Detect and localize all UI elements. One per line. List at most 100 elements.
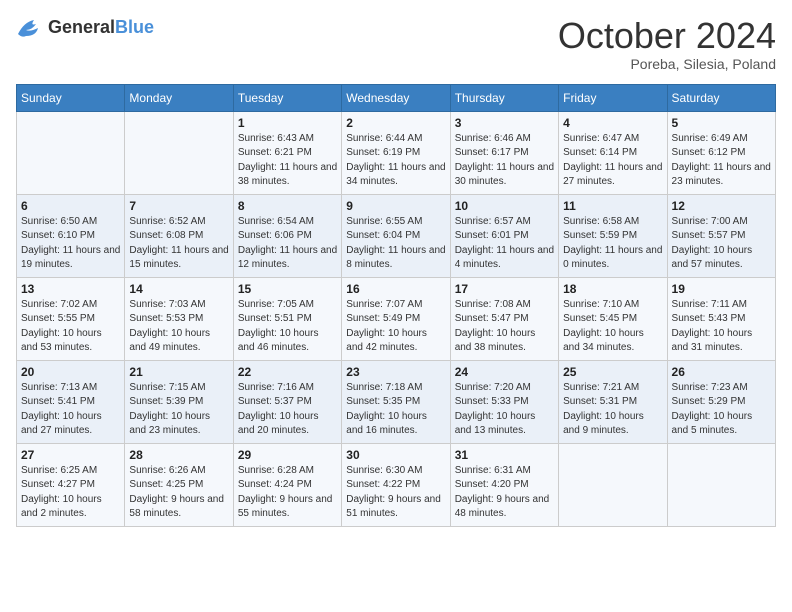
calendar-cell: 16Sunrise: 7:07 AM Sunset: 5:49 PM Dayli…: [342, 277, 450, 360]
calendar-cell: 5Sunrise: 6:49 AM Sunset: 6:12 PM Daylig…: [667, 111, 775, 194]
page-header: GeneralBlue October 2024 Poreba, Silesia…: [16, 16, 776, 72]
day-number: 25: [563, 365, 662, 379]
calendar-week-row: 1 Sunrise: 6:43 AM Sunset: 6:21 PM Daylig…: [17, 111, 776, 194]
day-of-week-header: Friday: [559, 84, 667, 111]
day-info: Sunrise: 6:30 AM Sunset: 4:22 PM Dayligh…: [346, 464, 445, 522]
calendar-cell: 6 Sunrise: 6:50 AM Sunset: 6:10 PM Daylig…: [17, 194, 125, 277]
day-info: Sunrise: 6:54 AM Sunset: 6:06 PM Dayligh…: [238, 215, 337, 273]
calendar-cell: 11 Sunrise: 6:58 AM Sunset: 5:59 PM Dayli…: [559, 194, 667, 277]
day-info: Sunrise: 7:20 AM Sunset: 5:33 PM Dayligh…: [455, 381, 554, 439]
day-number: 15: [238, 282, 337, 296]
day-number: 3: [455, 116, 554, 130]
calendar-cell: 29Sunrise: 6:28 AM Sunset: 4:24 PM Dayli…: [233, 443, 341, 526]
calendar-body: 1 Sunrise: 6:43 AM Sunset: 6:21 PM Daylig…: [17, 111, 776, 526]
day-number: 26: [672, 365, 771, 379]
calendar-cell: 31 Sunrise: 6:31 AM Sunset: 4:20 PM Dayli…: [450, 443, 558, 526]
calendar-week-row: 27 Sunrise: 6:25 AM Sunset: 4:27 PM Dayli…: [17, 443, 776, 526]
day-number: 13: [21, 282, 120, 296]
logo-text-blue: Blue: [115, 17, 154, 37]
calendar-table: SundayMondayTuesdayWednesdayThursdayFrid…: [16, 84, 776, 527]
day-info: Sunrise: 7:23 AM Sunset: 5:29 PM Dayligh…: [672, 381, 771, 439]
day-of-week-header: Tuesday: [233, 84, 341, 111]
calendar-cell: [125, 111, 233, 194]
day-number: 23: [346, 365, 445, 379]
calendar-week-row: 20Sunrise: 7:13 AM Sunset: 5:41 PM Dayli…: [17, 360, 776, 443]
calendar-cell: 26 Sunrise: 7:23 AM Sunset: 5:29 PM Dayli…: [667, 360, 775, 443]
location: Poreba, Silesia, Poland: [558, 56, 776, 72]
day-info: Sunrise: 7:15 AM Sunset: 5:39 PM Dayligh…: [129, 381, 228, 439]
day-number: 14: [129, 282, 228, 296]
day-number: 30: [346, 448, 445, 462]
calendar-cell: 30 Sunrise: 6:30 AM Sunset: 4:22 PM Dayli…: [342, 443, 450, 526]
day-info: Sunrise: 6:26 AM Sunset: 4:25 PM Dayligh…: [129, 464, 228, 522]
day-number: 28: [129, 448, 228, 462]
day-number: 9: [346, 199, 445, 213]
days-of-week-row: SundayMondayTuesdayWednesdayThursdayFrid…: [17, 84, 776, 111]
calendar-cell: 25 Sunrise: 7:21 AM Sunset: 5:31 PM Dayli…: [559, 360, 667, 443]
calendar-cell: 1 Sunrise: 6:43 AM Sunset: 6:21 PM Daylig…: [233, 111, 341, 194]
logo-text-general: General: [48, 17, 115, 37]
day-number: 11: [563, 199, 662, 213]
day-info: Sunrise: 6:55 AM Sunset: 6:04 PM Dayligh…: [346, 215, 445, 273]
calendar-cell: 17 Sunrise: 7:08 AM Sunset: 5:47 PM Dayli…: [450, 277, 558, 360]
day-info: Sunrise: 7:13 AM Sunset: 5:41 PM Dayligh…: [21, 381, 120, 439]
calendar-cell: 24 Sunrise: 7:20 AM Sunset: 5:33 PM Dayli…: [450, 360, 558, 443]
day-info: Sunrise: 7:05 AM Sunset: 5:51 PM Dayligh…: [238, 298, 337, 356]
day-number: 2: [346, 116, 445, 130]
day-number: 10: [455, 199, 554, 213]
day-info: Sunrise: 7:16 AM Sunset: 5:37 PM Dayligh…: [238, 381, 337, 439]
day-number: 5: [672, 116, 771, 130]
day-info: Sunrise: 7:21 AM Sunset: 5:31 PM Dayligh…: [563, 381, 662, 439]
calendar-cell: 14Sunrise: 7:03 AM Sunset: 5:53 PM Dayli…: [125, 277, 233, 360]
day-info: Sunrise: 6:50 AM Sunset: 6:10 PM Dayligh…: [21, 215, 120, 273]
day-info: Sunrise: 6:25 AM Sunset: 4:27 PM Dayligh…: [21, 464, 120, 522]
month-title: October 2024: [558, 16, 776, 56]
day-number: 16: [346, 282, 445, 296]
day-number: 17: [455, 282, 554, 296]
day-info: Sunrise: 6:43 AM Sunset: 6:21 PM Dayligh…: [238, 132, 337, 190]
title-block: October 2024 Poreba, Silesia, Poland: [558, 16, 776, 72]
calendar-cell: 2Sunrise: 6:44 AM Sunset: 6:19 PM Daylig…: [342, 111, 450, 194]
day-info: Sunrise: 7:10 AM Sunset: 5:45 PM Dayligh…: [563, 298, 662, 356]
day-number: 31: [455, 448, 554, 462]
calendar-cell: 28 Sunrise: 6:26 AM Sunset: 4:25 PM Dayli…: [125, 443, 233, 526]
calendar-cell: [667, 443, 775, 526]
calendar-week-row: 6 Sunrise: 6:50 AM Sunset: 6:10 PM Daylig…: [17, 194, 776, 277]
calendar-cell: 4 Sunrise: 6:47 AM Sunset: 6:14 PM Daylig…: [559, 111, 667, 194]
calendar-cell: 8 Sunrise: 6:54 AM Sunset: 6:06 PM Daylig…: [233, 194, 341, 277]
day-number: 21: [129, 365, 228, 379]
calendar-cell: 12 Sunrise: 7:00 AM Sunset: 5:57 PM Dayli…: [667, 194, 775, 277]
day-info: Sunrise: 6:58 AM Sunset: 5:59 PM Dayligh…: [563, 215, 662, 273]
calendar-cell: [559, 443, 667, 526]
calendar-cell: [17, 111, 125, 194]
day-info: Sunrise: 6:46 AM Sunset: 6:17 PM Dayligh…: [455, 132, 554, 190]
day-number: 19: [672, 282, 771, 296]
day-info: Sunrise: 6:31 AM Sunset: 4:20 PM Dayligh…: [455, 464, 554, 522]
day-info: Sunrise: 7:08 AM Sunset: 5:47 PM Dayligh…: [455, 298, 554, 356]
day-info: Sunrise: 7:02 AM Sunset: 5:55 PM Dayligh…: [21, 298, 120, 356]
day-info: Sunrise: 7:18 AM Sunset: 5:35 PM Dayligh…: [346, 381, 445, 439]
day-info: Sunrise: 6:57 AM Sunset: 6:01 PM Dayligh…: [455, 215, 554, 273]
day-number: 18: [563, 282, 662, 296]
calendar-cell: 23 Sunrise: 7:18 AM Sunset: 5:35 PM Dayli…: [342, 360, 450, 443]
logo: GeneralBlue: [16, 16, 154, 38]
day-number: 8: [238, 199, 337, 213]
day-number: 27: [21, 448, 120, 462]
calendar-cell: 19 Sunrise: 7:11 AM Sunset: 5:43 PM Dayli…: [667, 277, 775, 360]
day-info: Sunrise: 7:11 AM Sunset: 5:43 PM Dayligh…: [672, 298, 771, 356]
day-number: 24: [455, 365, 554, 379]
day-number: 6: [21, 199, 120, 213]
calendar-cell: 13 Sunrise: 7:02 AM Sunset: 5:55 PM Dayli…: [17, 277, 125, 360]
day-number: 1: [238, 116, 337, 130]
day-info: Sunrise: 7:00 AM Sunset: 5:57 PM Dayligh…: [672, 215, 771, 273]
calendar-cell: 22Sunrise: 7:16 AM Sunset: 5:37 PM Dayli…: [233, 360, 341, 443]
day-info: Sunrise: 6:47 AM Sunset: 6:14 PM Dayligh…: [563, 132, 662, 190]
day-info: Sunrise: 6:52 AM Sunset: 6:08 PM Dayligh…: [129, 215, 228, 273]
day-info: Sunrise: 6:28 AM Sunset: 4:24 PM Dayligh…: [238, 464, 337, 522]
calendar-header: SundayMondayTuesdayWednesdayThursdayFrid…: [17, 84, 776, 111]
day-number: 12: [672, 199, 771, 213]
calendar-week-row: 13 Sunrise: 7:02 AM Sunset: 5:55 PM Dayli…: [17, 277, 776, 360]
calendar-cell: 18 Sunrise: 7:10 AM Sunset: 5:45 PM Dayli…: [559, 277, 667, 360]
calendar-cell: 21 Sunrise: 7:15 AM Sunset: 5:39 PM Dayli…: [125, 360, 233, 443]
day-number: 4: [563, 116, 662, 130]
